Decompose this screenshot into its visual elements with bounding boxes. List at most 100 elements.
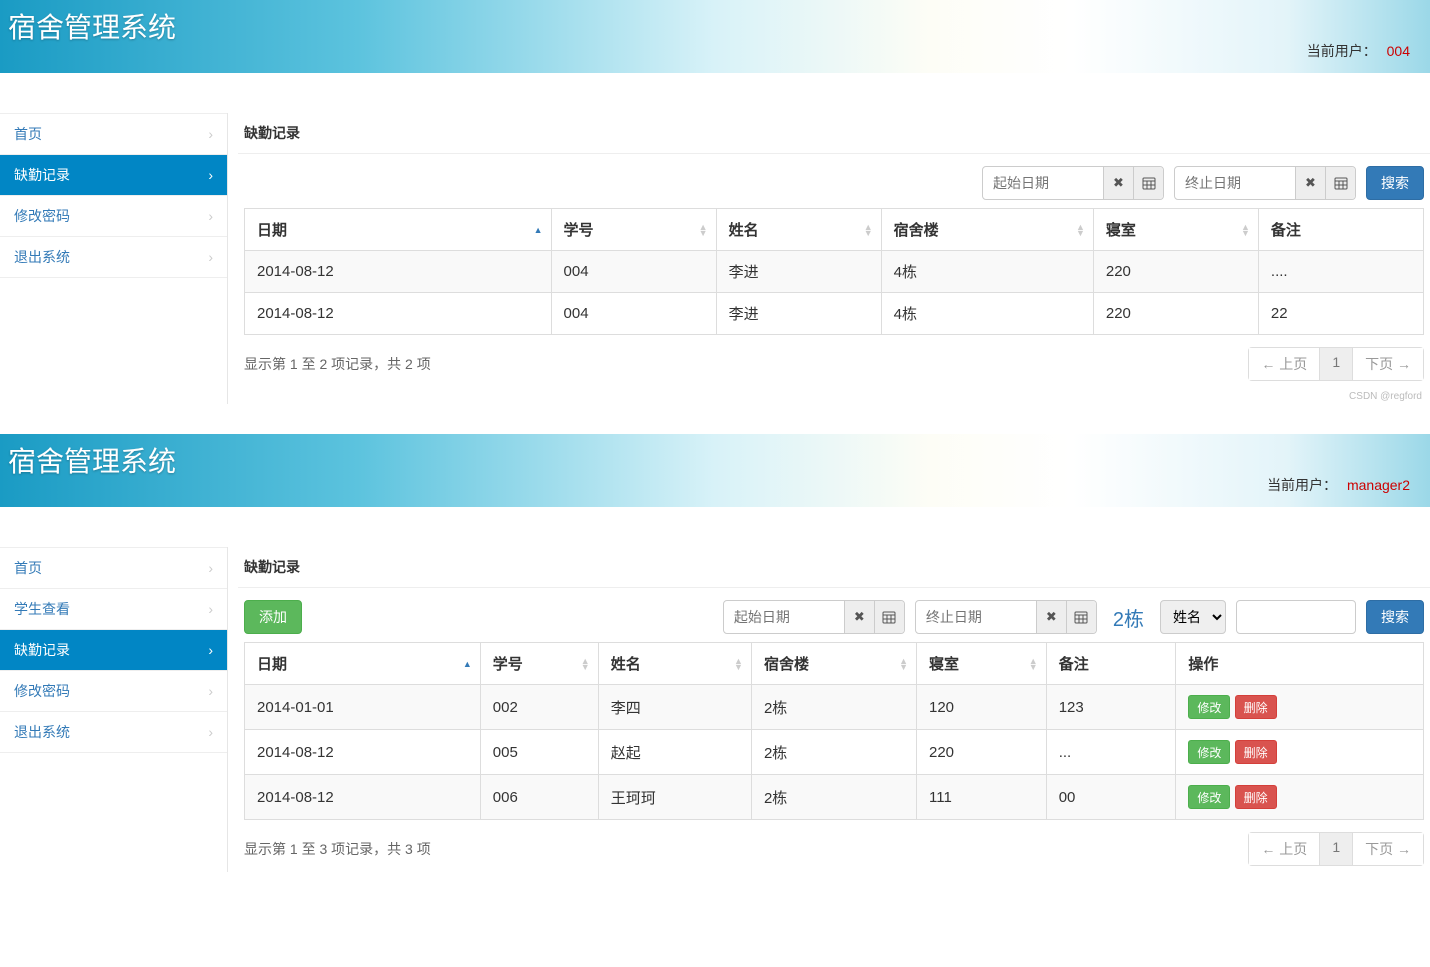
sort-icon: ▲▼ [581,658,590,670]
page-number-button[interactable]: 1 [1320,832,1353,866]
pagination: ← 上页 1 下页 → [1248,347,1424,381]
prev-page-button[interactable]: ← 上页 [1248,347,1320,381]
clear-icon[interactable]: ✖ [1036,601,1066,633]
col-remark: 备注 [1258,209,1423,251]
sort-icon: ▲▼ [1076,224,1085,236]
cell-date: 2014-08-12 [245,775,481,820]
col-date[interactable]: 日期 ▲ [245,643,481,685]
col-building[interactable]: 宿舍楼 ▲▼ [881,209,1093,251]
cell-actions: 修改 删除 [1176,775,1424,820]
search-button[interactable]: 搜索 [1366,166,1424,200]
calendar-icon[interactable] [1325,167,1355,199]
sidebar-item-label: 学生查看 [14,599,70,619]
delete-button[interactable]: 删除 [1235,695,1277,719]
clear-icon[interactable]: ✖ [1295,167,1325,199]
col-date[interactable]: 日期 ▲ [245,209,552,251]
cell-remark: 00 [1046,775,1176,820]
sidebar-item-label: 修改密码 [14,681,70,701]
absence-table: 日期 ▲ 学号 ▲▼ 姓名 ▲▼ [244,208,1424,335]
calendar-icon[interactable] [1133,167,1163,199]
sidebar-item-logout[interactable]: 退出系统 › [0,237,227,278]
sidebar-item-label: 首页 [14,124,42,144]
start-date-input[interactable] [983,167,1103,199]
next-page-button[interactable]: 下页 → [1353,832,1424,866]
start-date-input[interactable] [724,601,844,633]
cell-date: 2014-08-12 [245,251,552,293]
sidebar-item-home[interactable]: 首页 › [0,113,227,155]
chevron-right-icon: › [208,601,213,617]
cell-date: 2014-08-12 [245,293,552,335]
current-user: 当前用户： 004 [1307,41,1410,61]
cell-room: 220 [1093,293,1258,335]
sidebar-item-students[interactable]: 学生查看 › [0,589,227,630]
cell-building: 4栋 [881,251,1093,293]
col-building[interactable]: 宿舍楼 ▲▼ [751,643,916,685]
table-footer: 显示第 1 至 3 项记录，共 3 项 ← 上页 1 下页 → [238,820,1430,872]
cell-sno: 005 [480,730,598,775]
col-name[interactable]: 姓名 ▲▼ [598,643,751,685]
calendar-icon[interactable] [874,601,904,633]
sidebar: 首页 › 缺勤记录 › 修改密码 › 退出系统 › [0,113,228,404]
search-button[interactable]: 搜索 [1366,600,1424,634]
absence-table: 日期 ▲ 学号 ▲▼ 姓名 ▲▼ [244,642,1424,820]
start-date-group: ✖ [723,600,905,634]
col-name[interactable]: 姓名 ▲▼ [716,209,881,251]
add-button[interactable]: 添加 [244,600,302,634]
start-date-group: ✖ [982,166,1164,200]
next-page-button[interactable]: 下页 → [1353,347,1424,381]
sort-icon: ▲▼ [1029,658,1038,670]
cell-remark: ... [1046,730,1176,775]
chevron-right-icon: › [208,249,213,265]
clear-icon[interactable]: ✖ [844,601,874,633]
table-row: 2014-08-12 004 李进 4栋 220 .... [245,251,1424,293]
end-date-input[interactable] [1175,167,1295,199]
cell-building: 2栋 [751,730,916,775]
user-id: 004 [1387,43,1410,59]
header-banner: 宿舍管理系统 当前用户： manager2 [0,434,1430,507]
sidebar-item-password[interactable]: 修改密码 › [0,196,227,237]
col-sno[interactable]: 学号 ▲▼ [551,209,716,251]
col-room[interactable]: 寝室 ▲▼ [1093,209,1258,251]
cell-date: 2014-01-01 [245,685,481,730]
end-date-input[interactable] [916,601,1036,633]
sort-icon: ▲ [534,227,543,233]
main-content: 缺勤记录 添加 ✖ ✖ [228,547,1430,872]
chevron-right-icon: › [208,126,213,142]
cell-sno: 004 [551,293,716,335]
table-header-row: 日期 ▲ 学号 ▲▼ 姓名 ▲▼ [245,643,1424,685]
view-student: 宿舍管理系统 当前用户： 004 首页 › 缺勤记录 › 修改密码 › 退出系统… [0,0,1430,404]
edit-button[interactable]: 修改 [1188,695,1230,719]
user-label: 当前用户： [1307,43,1377,59]
col-room[interactable]: 寝室 ▲▼ [917,643,1047,685]
filter-select[interactable]: 姓名 [1160,600,1226,634]
chevron-right-icon: › [208,683,213,699]
chevron-right-icon: › [208,560,213,576]
prev-page-button[interactable]: ← 上页 [1248,832,1320,866]
delete-button[interactable]: 删除 [1235,740,1277,764]
end-date-group: ✖ [1174,166,1356,200]
edit-button[interactable]: 修改 [1188,785,1230,809]
watermark: CSDN @regford [238,387,1430,404]
sidebar-item-logout[interactable]: 退出系统 › [0,712,227,753]
sidebar-item-absence[interactable]: 缺勤记录 › [0,155,227,196]
page-number-button[interactable]: 1 [1320,347,1353,381]
user-label: 当前用户： [1267,477,1337,493]
col-sno[interactable]: 学号 ▲▼ [480,643,598,685]
delete-button[interactable]: 删除 [1235,785,1277,809]
edit-button[interactable]: 修改 [1188,740,1230,764]
sort-icon: ▲ [463,661,472,667]
sidebar-item-home[interactable]: 首页 › [0,547,227,589]
cell-remark: .... [1258,251,1423,293]
header-banner: 宿舍管理系统 当前用户： 004 [0,0,1430,73]
sidebar-item-password[interactable]: 修改密码 › [0,671,227,712]
sidebar-item-label: 首页 [14,558,42,578]
clear-icon[interactable]: ✖ [1103,167,1133,199]
cell-date: 2014-08-12 [245,730,481,775]
filter-input[interactable] [1236,600,1356,634]
cell-building: 2栋 [751,685,916,730]
sidebar-item-absence[interactable]: 缺勤记录 › [0,630,227,671]
calendar-icon[interactable] [1066,601,1096,633]
app-title: 宿舍管理系统 [8,440,176,480]
record-info: 显示第 1 至 3 项记录，共 3 项 [244,839,431,859]
cell-name: 李进 [716,293,881,335]
